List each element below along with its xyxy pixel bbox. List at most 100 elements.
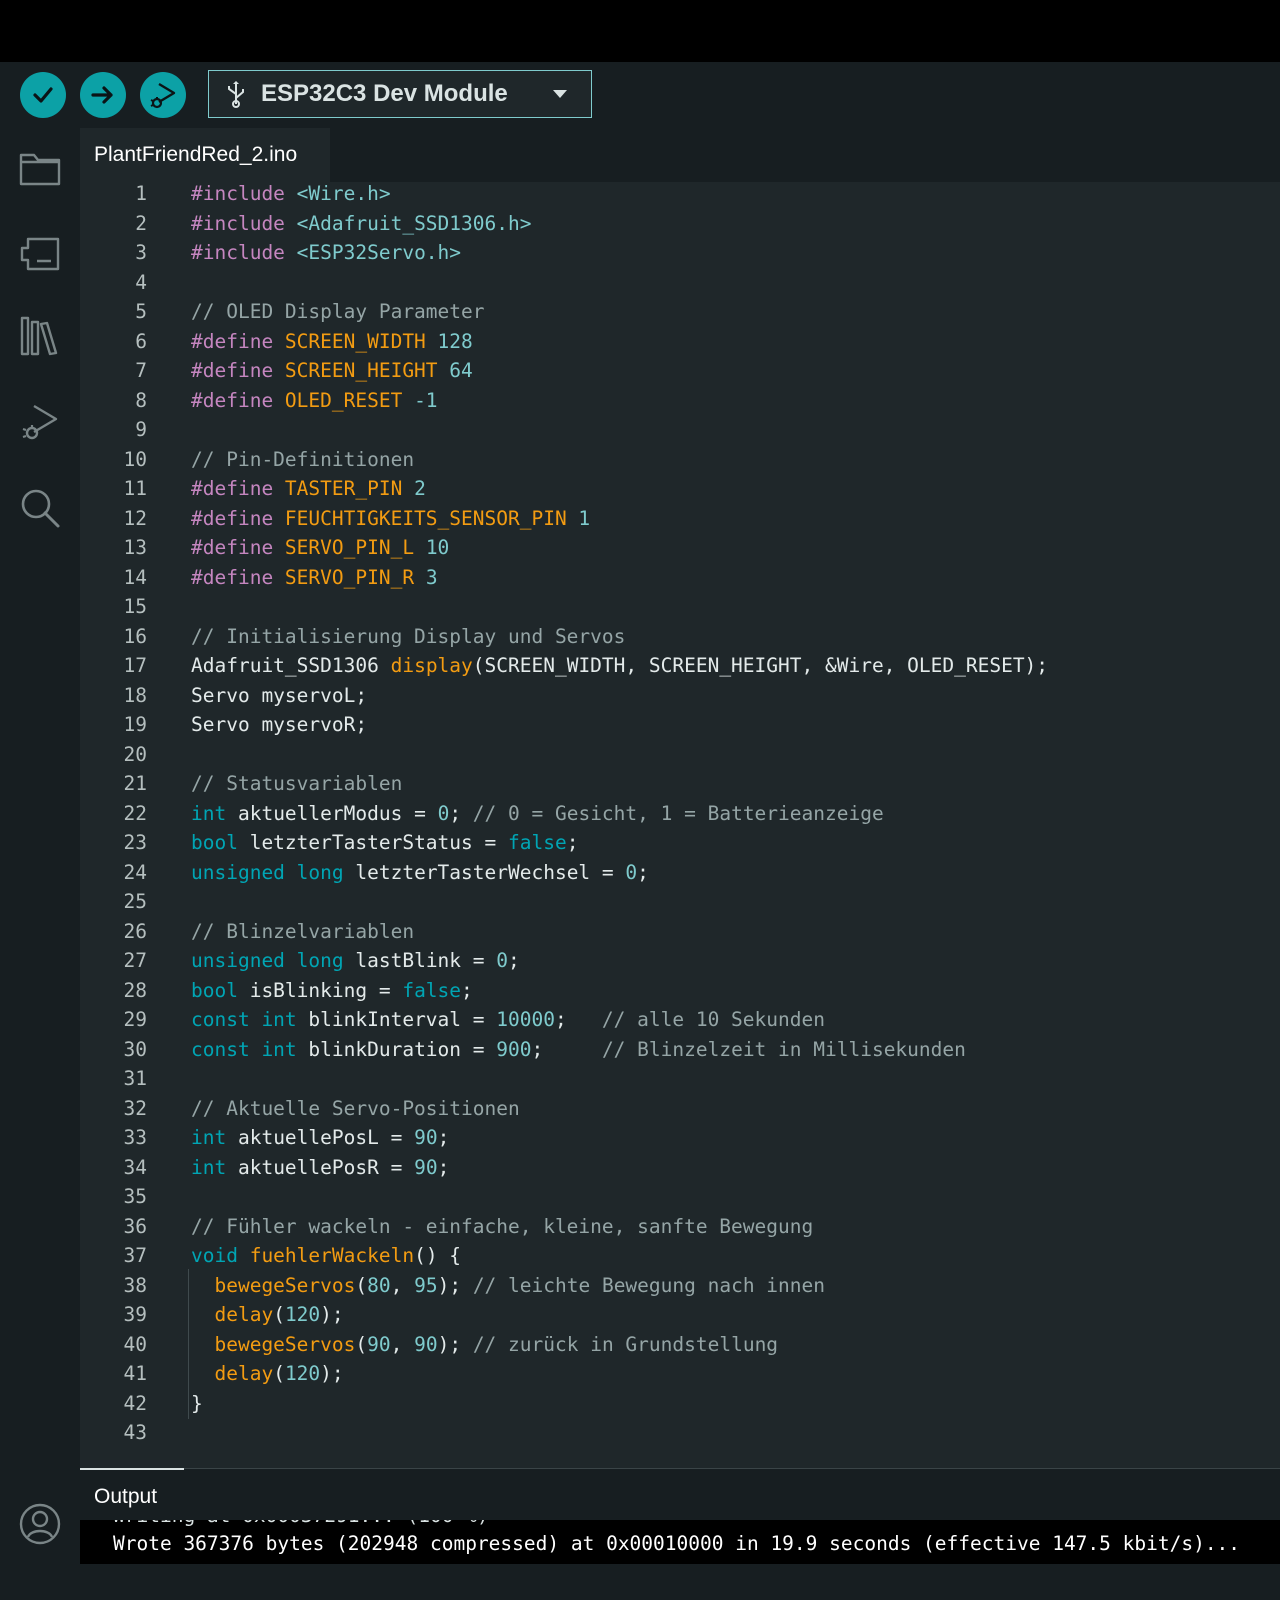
code-line[interactable]: #define OLED_RESET -1 [191, 386, 438, 416]
line-number: 41 [123, 1362, 147, 1385]
code-token: aktuellePosL = [237, 1126, 415, 1149]
code-token: 90 [414, 1332, 438, 1356]
code-line[interactable]: #define FEUCHTIGKEITS_SENSOR_PIN 1 [191, 504, 590, 534]
code-token: aktuellePosR = [237, 1155, 415, 1179]
code-token: // Blinzelzeit in Millisekunden [601, 1037, 966, 1061]
code-line[interactable]: // Blinzelvariablen [191, 917, 414, 947]
code-line[interactable]: #include <Adafruit_SSD1306.h> [191, 209, 531, 239]
output-tab-indicator [80, 1468, 184, 1470]
code-line[interactable]: bool letzterTasterStatus = false; [191, 828, 578, 858]
code-line[interactable]: // Aktuelle Servo-Positionen [191, 1094, 520, 1124]
code-token: 128 [437, 329, 473, 353]
code-line[interactable]: #define SERVO_PIN_R 3 [191, 563, 438, 593]
code-token: ( [355, 1273, 368, 1297]
code-line[interactable]: #define TASTER_PIN 2 [191, 474, 426, 504]
sidebar-item-library-manager[interactable] [16, 312, 64, 360]
code-line[interactable]: #include <Wire.h> [191, 182, 391, 209]
usb-icon [228, 81, 244, 108]
code-token: 120 [284, 1362, 321, 1385]
sidebar-item-debug[interactable] [16, 398, 64, 446]
output-console[interactable]: Writing at 0x00037291... (100 %) Wrote 3… [80, 1520, 1280, 1564]
line-number: 33 [123, 1126, 147, 1149]
code-line[interactable]: // Initialisierung Display und Servos [191, 622, 625, 652]
code-token: 90 [414, 1155, 438, 1179]
code-token: SCREEN_HEIGHT [284, 359, 450, 382]
code-editor[interactable]: 1 2 3 4 5 6 7 8 9 10 11 12 13 14 15 16 17 18 19 20 21 22 23 24 2… [80, 182, 1280, 1468]
code-token: #include [191, 211, 297, 235]
code-token: unsigned long [191, 949, 356, 972]
output-tab[interactable]: Output [94, 1485, 157, 1509]
line-number: 37 [123, 1244, 147, 1267]
code-token: Adafruit_SSD1306 [191, 654, 391, 677]
code-line[interactable]: bewegeServos(80, 95); // leichte Bewegun… [191, 1271, 825, 1301]
code-line[interactable]: bewegeServos(90, 90); // zurück in Grund… [191, 1330, 778, 1360]
line-number: 1 [135, 182, 147, 205]
code-line[interactable]: int aktuellePosR = 90; [191, 1153, 449, 1183]
code-line[interactable]: #define SCREEN_HEIGHT 64 [191, 356, 473, 386]
code-token: // Pin-Definitionen [191, 447, 415, 471]
code-line[interactable]: delay(120); [191, 1359, 343, 1389]
code-token: ; [554, 1008, 602, 1031]
code-token: #include [191, 241, 297, 264]
code-line[interactable]: int aktuellerModus = 0; // 0 = Gesicht, … [191, 799, 884, 829]
code-token: 0 [496, 949, 509, 972]
code-token: 900 [496, 1037, 532, 1061]
line-number: 17 [123, 654, 147, 677]
line-number: 42 [123, 1391, 147, 1415]
line-number: 28 [123, 978, 147, 1002]
indent-guide [188, 1269, 189, 1419]
code-line[interactable]: unsigned long letzterTasterWechsel = 0; [191, 858, 649, 888]
code-token: #define [191, 506, 285, 530]
window-title-bar [0, 0, 1280, 62]
code-line[interactable]: #define SERVO_PIN_L 10 [191, 533, 449, 563]
code-token: // Statusvariablen [191, 772, 403, 795]
code-line[interactable]: #include <ESP32Servo.h> [191, 238, 461, 268]
code-line[interactable]: // Statusvariablen [191, 769, 402, 799]
code-line[interactable]: // Fühler wackeln - einfache, kleine, sa… [191, 1212, 813, 1242]
code-token: bewegeServos [214, 1332, 356, 1356]
code-token: #define [191, 359, 285, 382]
line-number: 31 [123, 1067, 147, 1090]
code-token: 90 [414, 1126, 438, 1149]
tab-plantfriendred-2[interactable]: PlantFriendRed_2.ino [80, 128, 330, 182]
line-number: 40 [123, 1332, 147, 1356]
line-number: 15 [123, 595, 147, 618]
console-last-line: Wrote 367376 bytes (202948 compressed) a… [113, 1532, 1241, 1555]
board-selector[interactable]: ESP32C3 Dev Module [208, 70, 592, 118]
line-number: 10 [123, 447, 147, 471]
code-line[interactable]: #define SCREEN_WIDTH 128 [191, 327, 473, 357]
code-line[interactable]: void fuehlerWackeln() { [191, 1241, 461, 1271]
code-token: ; [637, 860, 649, 884]
code-line[interactable]: Adafruit_SSD1306 display(SCREEN_WIDTH, S… [191, 651, 1048, 681]
upload-button[interactable] [80, 72, 126, 118]
code-token: blinkDuration = [308, 1037, 497, 1061]
code-line[interactable]: const int blinkInterval = 10000; // alle… [191, 1005, 825, 1035]
verify-button[interactable] [20, 72, 66, 118]
code-token: FEUCHTIGKEITS_SENSOR_PIN [284, 506, 579, 530]
code-line[interactable]: // Pin-Definitionen [191, 445, 414, 475]
code-line[interactable]: // OLED Display Parameter [191, 297, 485, 327]
code-line[interactable]: } [191, 1389, 203, 1419]
code-token: unsigned long [191, 860, 356, 884]
code-token: 10000 [496, 1008, 555, 1031]
line-number: 22 [123, 801, 147, 825]
code-line[interactable]: delay(120); [191, 1300, 343, 1330]
code-line[interactable]: Servo myservoR; [191, 710, 367, 740]
line-number: 2 [135, 211, 147, 235]
code-line[interactable]: unsigned long lastBlink = 0; [191, 946, 520, 976]
sidebar-item-search[interactable] [16, 484, 64, 532]
line-number-gutter: 1 2 3 4 5 6 7 8 9 10 11 12 13 14 15 16 17 18 19 20 21 22 23 24 2… [80, 182, 188, 1468]
code-line[interactable]: const int blinkDuration = 900; // Blinze… [191, 1035, 966, 1065]
code-line[interactable]: int aktuellePosL = 90; [191, 1123, 449, 1153]
account-button[interactable] [16, 1500, 64, 1548]
code-line[interactable]: bool isBlinking = false; [191, 976, 473, 1006]
sidebar-item-sketchbook[interactable] [16, 144, 64, 192]
line-number: 9 [135, 418, 147, 441]
code-token: TASTER_PIN [284, 477, 415, 500]
sidebar-item-boards-manager[interactable] [16, 230, 64, 278]
debug-button[interactable] [140, 72, 186, 118]
code-line[interactable]: Servo myservoL; [191, 681, 367, 711]
